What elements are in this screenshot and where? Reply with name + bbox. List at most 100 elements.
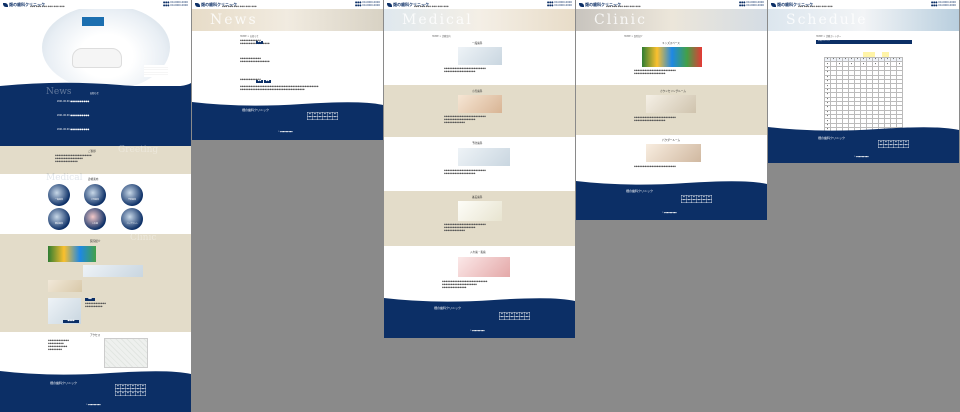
top-page-column: 畑の歯科クリニック ●●● 00-0000-0000 ●●● 00-0000-00… — [0, 0, 191, 412]
logo-icon — [195, 3, 200, 7]
news-section — [0, 86, 191, 148]
header: 畑の歯科クリニック ●●● 00-0000-0000 ●●● 00-0000-00… — [576, 0, 767, 9]
medical-item-title: 一般歯科 — [472, 42, 483, 45]
medical-item-photo — [458, 148, 510, 166]
staff-text: ●●●●●●●●●●●● ●●●●●●●●●● — [85, 303, 106, 308]
access-title: アクセス — [90, 334, 101, 337]
copyright: © ●●●●●●●●● — [86, 405, 101, 406]
hero-monitor — [82, 17, 104, 26]
footer-logo[interactable]: 畑の歯科クリニック — [242, 108, 269, 112]
copyright: © ●●●●●●●●● — [662, 213, 677, 214]
medical-item-photo — [458, 201, 502, 221]
footer — [192, 106, 383, 140]
logo-icon — [579, 3, 584, 7]
medical-item-photo — [458, 257, 510, 277]
footer-hours-table: ● ● ● ● ● ● ● ● ● ● ● ● — [878, 140, 909, 148]
footer-logo[interactable]: 畑の歯科クリニック — [818, 136, 845, 140]
footer-hours-table: ● ● ● ● ● ● ● ● ● ● ● ● — [499, 312, 530, 320]
footer-logo[interactable]: 畑の歯科クリニック — [434, 306, 461, 310]
medical-circle[interactable]: 審美歯科 — [48, 208, 70, 230]
global-nav[interactable]: ●●● ●●● ●●● ●●● ●●● ●●● — [30, 6, 65, 8]
breadcrumb[interactable]: HOME > 診療案内 — [432, 34, 451, 38]
clinic-item-title: パウダールーム — [662, 139, 681, 142]
medical-item-photo — [458, 95, 502, 113]
clinic-item-photo — [642, 47, 702, 67]
header: 畑の歯科クリニック ●●● 00-0000-0000 ●●● 00-0000-00… — [192, 0, 383, 9]
footer — [0, 375, 191, 412]
schedule-table-title: 診療カレンダー — [818, 40, 833, 42]
header: 畑の歯科クリニック ●●● 00-0000-0000 ●●● 00-0000-00… — [768, 0, 959, 9]
header-tel: ●●● 00-0000-0000 ●●● 00-0000-0000 — [162, 1, 188, 7]
clinic-item-title: キッズスペース — [662, 42, 680, 45]
logo-icon — [3, 3, 8, 7]
wave-divider — [192, 102, 383, 109]
medical-circle[interactable]: インプラント — [121, 208, 143, 230]
page-hero-title: Medical — [402, 12, 473, 28]
more-button[interactable]: ●●●● — [63, 320, 79, 323]
news-ghost-title: News — [46, 87, 72, 97]
clinic-item-text: ●●●●●●●●●●●●●●●●●●●●●●●● ●●●●●●●●●●●●●●●●… — [634, 70, 676, 75]
page-hero-title: News — [210, 12, 258, 28]
clinic-item-text: ●●●●●●●●●●●●●●●●●●●●●●●● ●●●●●●●●●●●●●●●●… — [634, 117, 676, 122]
page-hero: News — [192, 9, 383, 31]
page-hero-title: Schedule — [786, 12, 868, 28]
global-nav[interactable]: ●●● ●●● ●●● ●●● ●●● ●●● — [798, 6, 833, 8]
clinic-item-title: カウンセリングルーム — [660, 90, 686, 93]
staff-button[interactable]: ●● — [85, 298, 95, 301]
breadcrumb[interactable]: HOME > お知らせ — [240, 34, 259, 38]
medical-circle[interactable]: 小児歯科 — [84, 184, 106, 206]
medical-item-title: 入れ歯・義歯 — [470, 251, 486, 254]
hours-mini — [144, 65, 168, 77]
header: 畑の歯科クリニック ●●● 00-0000-0000 ●●● 00-0000-00… — [384, 0, 575, 9]
medical-item-photo — [458, 47, 502, 65]
greeting-text: ●●●●●●●●●●●●●●●●●●●●● ●●●●●●●●●●●●●●●● ●●●… — [55, 155, 92, 163]
medical-item-text: ●●●●●●●●●●●●●●●●●●●●●●●●●●●●●●●●●●●●●●●●… — [442, 281, 488, 289]
footer-hours-table: ● ● ● ● ● ● ● ● ● ● ● ● ● ● ● ● ● ● — [115, 384, 146, 396]
clinic-photo — [83, 265, 143, 277]
news-item[interactable]: 2021.00.00 ●●●●●●●●●● — [57, 114, 89, 117]
header-tel: ●●● 00-0000-0000 ●●● 00-0000-0000 — [738, 1, 764, 7]
breadcrumb[interactable]: HOME > 医院紹介 — [624, 34, 643, 38]
medical-circle[interactable]: 入れ歯 — [84, 208, 106, 230]
page-hero: Schedule — [768, 9, 959, 31]
medical-item-text: ●●●●●●●●●●●●●●●●●●●●●●●●●●●●●●●●●●●●●●●●… — [444, 224, 486, 232]
clinic-item-photo — [646, 144, 701, 162]
footer-logo[interactable]: 畑の歯科クリニック — [50, 381, 77, 385]
access-text: ●●●●●●●●●●●● ●●●●●●●●● ●●●●●●●●●●● ●●●●●●●● — [48, 340, 69, 351]
global-nav[interactable]: ●●● ●●● ●●● ●●● ●●● ●●● — [414, 6, 449, 8]
greeting-title: ご挨拶 — [88, 150, 96, 153]
wave-divider — [576, 181, 767, 188]
schedule-page-column: 畑の歯科クリニック ●●● 00-0000-0000 ●●● 00-0000-00… — [768, 0, 959, 163]
header: 畑の歯科クリニック ●●● 00-0000-0000 ●●● 00-0000-00… — [0, 0, 191, 9]
news-tag: ●● — [256, 80, 263, 83]
clinic-ghost-title: Clinic — [130, 233, 157, 243]
wave-divider — [0, 371, 191, 378]
wave-divider — [0, 82, 191, 90]
global-nav[interactable]: ●●● ●●● ●●● ●●● ●●● ●●● — [222, 6, 257, 8]
medical-item-text: ●●●●●●●●●●●●●●●●●●●●●●●●●●●●●●●●●●●●●●●●… — [444, 68, 486, 73]
copyright: © ●●●●●●●●● — [854, 157, 869, 158]
medical-title: 診療案内 — [88, 178, 99, 181]
news-page-column: 畑の歯科クリニック ●●● 00-0000-0000 ●●● 00-0000-00… — [192, 0, 383, 140]
footer-logo[interactable]: 畑の歯科クリニック — [626, 189, 653, 193]
news-entry[interactable]: ●●●●●●●●●●●● ●●●●●●●●●●●●●●●●● — [240, 40, 270, 46]
clinic-item-text: ●●●●●●●●●●●●●●●●●●●●●●●● — [634, 166, 676, 168]
logo-icon — [387, 3, 392, 7]
header-tel: ●●● 00-0000-0000 ●●● 00-0000-0000 — [354, 1, 380, 7]
medical-circle[interactable]: 予防歯科 — [121, 184, 143, 206]
access-map[interactable] — [104, 338, 148, 368]
clinic-photo — [48, 280, 82, 292]
hero-chair — [72, 48, 122, 68]
news-item[interactable]: 2021.00.00 ●●●●●●●●●● — [57, 100, 89, 103]
medical-circle[interactable]: 一般歯科 — [48, 184, 70, 206]
footer — [384, 302, 575, 338]
news-item[interactable]: 2021.00.00 ●●●●●●●●●● — [57, 128, 89, 131]
page-hero-title: Clinic — [594, 12, 648, 28]
news-entry[interactable]: ●●●●●●●●●●●● ●●●●●●●●●●●●●●●●● — [240, 58, 270, 64]
footer — [576, 185, 767, 220]
footer-hours-table: ● ● ● ● ● ● ● ● ● ● ● ● — [681, 195, 712, 203]
clinic-item-photo — [646, 95, 696, 113]
global-nav[interactable]: ●●● ●●● ●●● ●●● ●●● ●●● — [606, 6, 641, 8]
breadcrumb[interactable]: HOME > 診療カレンダー — [816, 34, 841, 38]
wave-divider — [768, 127, 959, 134]
